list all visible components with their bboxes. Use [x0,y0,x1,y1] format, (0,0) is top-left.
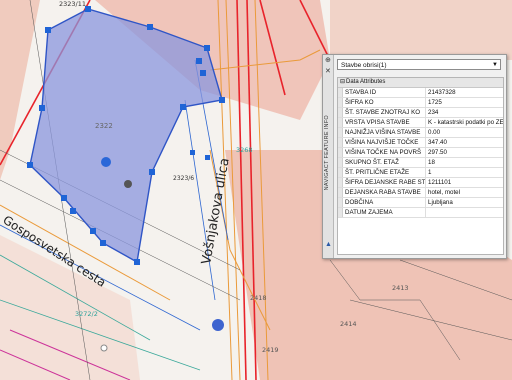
attribute-row[interactable]: ŠIFRA DEJANSKE RABE STA 1211101 [338,178,503,188]
attribute-key: VIŠINA TOČKE NA POVRŠ [343,148,426,157]
parcel-top-right [330,0,512,60]
attribute-key: DATUM ZAJEMA [343,208,426,217]
attribute-value: 347.40 [428,139,447,146]
attribute-value: Ljubljana [428,199,453,206]
attribute-key: SKUPNO ŠT. ETAŽ [343,158,426,167]
attribute-value: 297.50 [428,149,447,156]
attribute-key: ŠIFRA DEJANSKE RABE STA [345,178,426,187]
chevron-down-icon: ▼ [492,62,498,68]
attribute-key: DEJANSKA RABA STAVBE [343,188,426,197]
attribute-row[interactable]: SKUPNO ŠT. ETAŽ 18 [338,158,503,168]
layer-select[interactable]: Stavbe obrisi(1) ▼ [337,59,501,70]
attribute-key: ŠT. STAVBE ZNOTRAJ KO [343,108,426,117]
attribute-row[interactable]: ŠT. PRITLIČNE ETAŽE 1 [338,168,503,178]
close-icon[interactable]: ✕ [325,68,331,75]
attribute-key: ŠT. PRITLIČNE ETAŽE [343,168,426,177]
attributes-grid: ⊟Data Attributes STAVBA ID 21437328 ŠIFRA … [337,77,504,255]
attribute-row[interactable]: ŠT. STAVBE ZNOTRAJ KO 234 [338,108,503,118]
location-marker [212,319,224,331]
parcel-label: 2322 [95,122,113,130]
parcel-label: 3268 [236,146,253,154]
attribute-row[interactable]: VIŠINA TOČKE NA POVRŠ 297.50 [338,148,503,158]
attribute-key: VRSTA VPISA STAVBE [343,118,426,127]
attribute-key: VIŠINA NAJVIŠJE TOČKE [343,138,426,147]
attribute-row[interactable]: NAJNIŽJA VIŠINA STAVBE 0.00 [338,128,503,138]
centroid-marker [101,157,111,167]
point-marker [124,180,132,188]
attribute-row[interactable]: DATUM ZAJEMA [338,208,503,218]
attribute-value [426,208,503,217]
attribute-key: NAJNIŽJA VIŠINA STAVBE [343,128,426,137]
attribute-row[interactable]: DOBČINA Ljubljana [338,198,503,208]
attribute-row[interactable]: ŠIFRA KO 1725 [338,98,503,108]
parcel-label: 2419 [262,346,279,354]
section-header-label: Data Attributes [346,79,386,85]
attribute-key: ŠIFRA KO [343,98,426,107]
parcel-label: 2323/6 [173,175,194,182]
pin-icon[interactable]: ⊕ [325,57,331,64]
parcel-label: 2418 [250,294,267,302]
feature-info-panel: ⊕ ✕ NAVIGACT FEATURE INFO ▲ Stavbe obris… [322,54,507,259]
section-header[interactable]: ⊟Data Attributes [338,78,503,88]
attribute-value: K - katastrski podatki po ZEN [428,119,503,126]
navigate-icon[interactable]: ▲ [325,241,332,249]
attribute-row[interactable]: STAVBA ID 21437328 [338,88,503,98]
attribute-value: 1 [428,169,432,176]
parcel-label: 2413 [392,284,409,292]
attribute-value: 1725 [428,99,442,106]
attribute-value: 21437328 [428,89,456,96]
attribute-key: STAVBA ID [343,88,426,97]
parcel-label: 2323/11 [59,0,86,8]
attribute-row[interactable]: DEJANSKA RABA STAVBE hotel, motel [338,188,503,198]
layer-select-value: Stavbe obrisi(1) [341,62,387,69]
white-marker [100,344,108,352]
attribute-key: DOBČINA [343,198,426,207]
parcel-label: 2414 [340,320,357,328]
attribute-value: 234 [428,109,439,116]
attribute-value: 18 [428,159,435,166]
panel-side-bar: ⊕ ✕ NAVIGACT FEATURE INFO ▲ [323,55,334,258]
parcel-label: 3272/2 [75,310,98,318]
attribute-row[interactable]: VRSTA VPISA STAVBE K - katastrski podatki… [338,118,503,128]
attribute-value: 1211101 [428,179,452,186]
attribute-value: 0.00 [428,129,441,136]
panel-side-label: NAVIGACT FEATURE INFO [324,115,330,191]
attribute-row[interactable]: VIŠINA NAJVIŠJE TOČKE 347.40 [338,138,503,148]
attribute-value: hotel, motel [428,189,460,196]
